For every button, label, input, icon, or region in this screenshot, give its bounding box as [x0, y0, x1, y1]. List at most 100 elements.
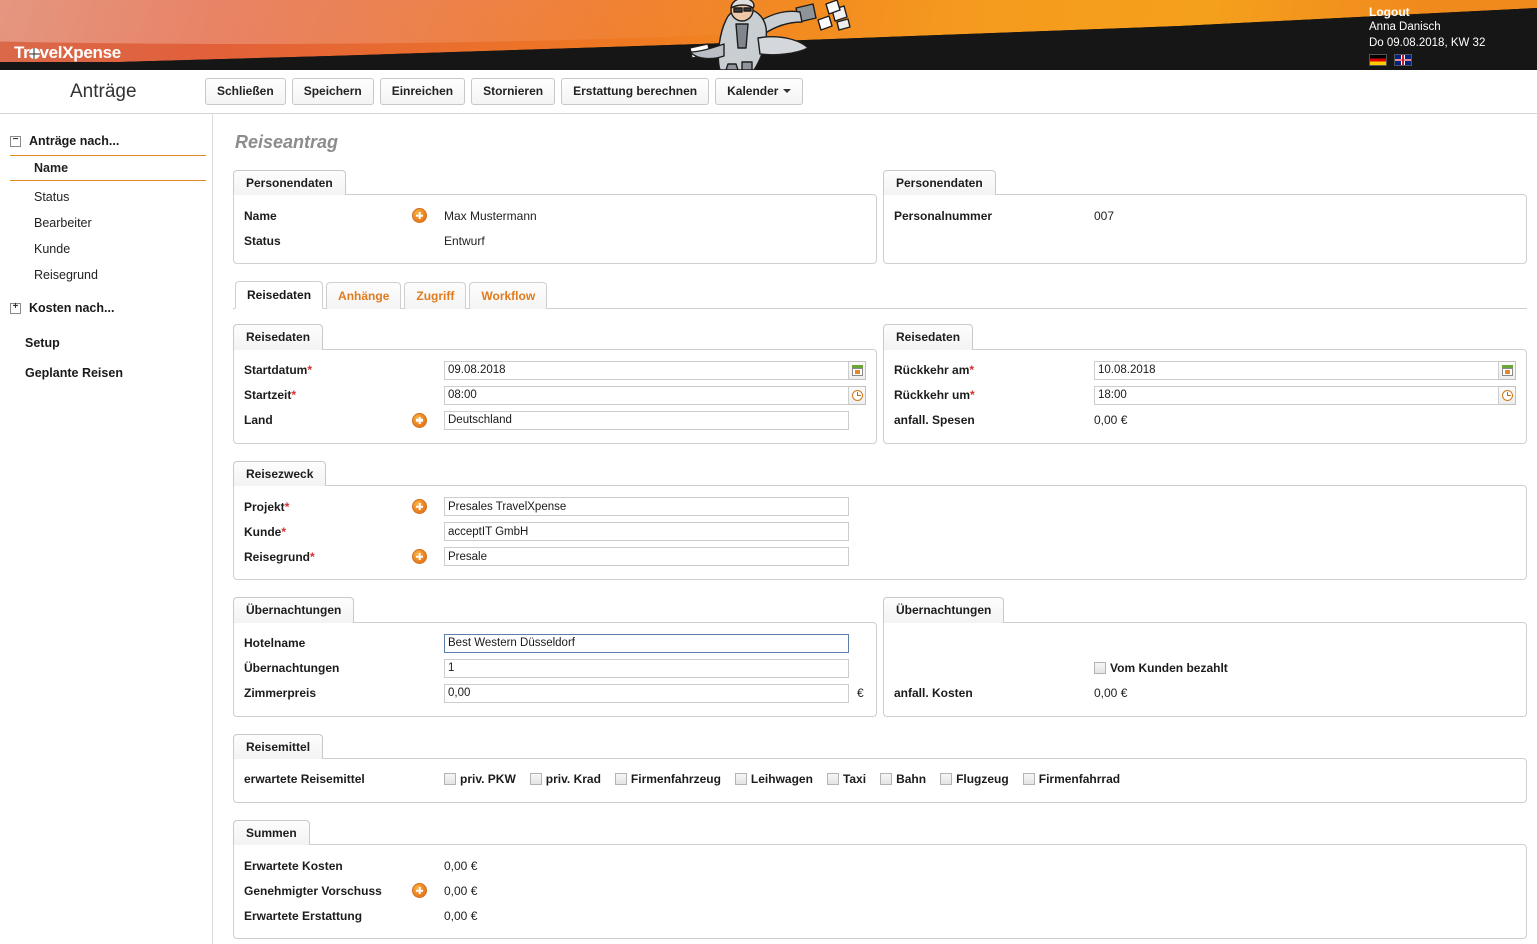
field-row-erwartete-erstattung: Erwartete Erstattung 0,00 € [244, 903, 1516, 928]
checkbox-leihwagen[interactable]: Leihwagen [734, 772, 813, 786]
add-plus-icon[interactable] [412, 208, 427, 224]
checkbox-priv-pkw-label: priv. PKW [460, 772, 516, 787]
logo-text-part2: vel [39, 43, 63, 62]
panel-tab-personendaten-right: Personendaten [883, 170, 996, 196]
label-uebernachtungen: Übernachtungen [244, 661, 340, 676]
save-button[interactable]: Speichern [291, 77, 374, 106]
sidebar-group-antraege[interactable]: − Anträge nach... [0, 130, 212, 152]
checkbox-bahn-label: Bahn [896, 772, 927, 787]
panel-body-summen: Erwartete Kosten 0,00 € Genehmigter Vors… [233, 844, 1527, 940]
sidebar-item-name[interactable]: Name [10, 155, 206, 181]
calendar-picker-button[interactable] [849, 360, 866, 380]
checkbox-priv-krad-box[interactable] [529, 773, 542, 786]
checkbox-taxi[interactable]: Taxi [826, 772, 866, 786]
checkbox-firmenfahrrad[interactable]: Firmenfahrrad [1022, 772, 1120, 786]
field-row-zimmerpreis: Zimmerpreis € [244, 681, 866, 706]
vom-kunden-bezahlt-text: Vom Kunden bezahlt [1110, 661, 1228, 676]
vom-kunden-bezahlt-checkbox[interactable] [1094, 662, 1106, 675]
add-plus-icon[interactable] [412, 549, 427, 565]
tab-anhaenge[interactable]: Anhänge [326, 282, 402, 310]
checkbox-priv-pkw[interactable]: priv. PKW [444, 772, 516, 786]
checkbox-leihwagen-box[interactable] [734, 773, 747, 786]
field-row-genehmigter-vorschuss: Genehmigter Vorschuss 0,00 € [244, 878, 1516, 903]
time-picker-button[interactable] [1499, 385, 1516, 405]
calendar-dropdown-label: Kalender [727, 83, 779, 98]
plus-col-genehmigter-vorschuss [412, 883, 444, 899]
language-flags [1369, 54, 1529, 67]
reisemittel-col: Reisemittel erwartete Reisemittel priv. … [233, 733, 1527, 803]
sidebar-item-bearbeiter[interactable]: Bearbeiter [0, 210, 212, 236]
required-asterisk: * [970, 388, 975, 403]
calendar-picker-button[interactable] [1499, 360, 1516, 380]
panel-body-reisezweck: Projekt* Kunde* [233, 485, 1527, 581]
sidebar-item-status[interactable]: Status [0, 184, 212, 210]
cancel-button[interactable]: Stornieren [471, 77, 556, 106]
startdatum-input[interactable] [444, 360, 849, 380]
calendar-icon [851, 364, 863, 376]
hotelname-input[interactable] [444, 633, 849, 653]
checkbox-flugzeug-box[interactable] [940, 773, 953, 786]
tab-zugriff[interactable]: Zugriff [404, 282, 467, 310]
tab-workflow[interactable]: Workflow [469, 282, 548, 310]
english-flag-icon[interactable] [1394, 54, 1412, 67]
german-flag-icon[interactable] [1369, 54, 1387, 67]
rueckkehr-am-input[interactable] [1094, 360, 1499, 380]
sidebar-group-kosten[interactable]: + Kosten nach... [0, 297, 212, 319]
uebernachtungen-row: Übernachtungen Hotelname Übernachtungen [233, 596, 1527, 717]
panel-body-uebernachtungen-left: Hotelname Übernachtungen Zimmerpreis [233, 621, 877, 717]
calculate-reimbursement-button[interactable]: Erstattung berechnen [561, 77, 710, 106]
panel-body-reisedaten-left: Startdatum* Startzeit* [233, 348, 877, 444]
submit-button[interactable]: Einreichen [379, 77, 466, 106]
required-asterisk: * [284, 499, 290, 514]
uebernachtungen-input[interactable] [444, 658, 849, 678]
startdatum-input-wrap [444, 360, 866, 380]
sidebar-item-kunde[interactable]: Kunde [0, 236, 212, 262]
content-tabs: Reisedaten Anhänge Zugriff Workflow [233, 280, 1527, 310]
chevron-down-icon [783, 88, 792, 93]
label-rueckkehr-am: Rückkehr am* [894, 363, 1062, 377]
checkbox-firmenfahrzeug[interactable]: Firmenfahrzeug [614, 772, 721, 786]
checkbox-firmenfahrzeug-box[interactable] [614, 773, 627, 786]
land-input[interactable] [444, 410, 849, 430]
clock-icon [1501, 389, 1513, 401]
sidebar-item-geplante-reisen[interactable]: Geplante Reisen [0, 358, 212, 388]
startzeit-input[interactable] [444, 385, 849, 405]
value-personalnummer: 007 [1094, 208, 1115, 223]
value-name: Max Mustermann [444, 208, 537, 223]
checkbox-taxi-box[interactable] [826, 773, 839, 786]
reisegrund-input[interactable] [444, 547, 849, 567]
close-button[interactable]: Schließen [205, 77, 286, 106]
checkbox-priv-krad-label: priv. Krad [545, 772, 601, 787]
checkbox-bahn[interactable]: Bahn [880, 772, 926, 786]
rueckkehr-um-input[interactable] [1094, 385, 1499, 405]
main-content: Reiseantrag Personendaten Name Max Muste… [213, 114, 1537, 944]
field-row-reisemittel: erwartete Reisemittel priv. PKW priv. Kr… [244, 767, 1516, 792]
add-plus-icon[interactable] [412, 883, 427, 899]
expand-plus-icon[interactable]: + [10, 302, 21, 314]
panel-tab-reisedaten-right: Reisedaten [883, 324, 974, 350]
checkbox-priv-krad[interactable]: priv. Krad [529, 772, 601, 787]
kunde-input[interactable] [444, 522, 849, 542]
zimmerpreis-input[interactable] [444, 683, 849, 703]
sidebar-item-reisegrund[interactable]: Reisegrund [0, 262, 212, 288]
projekt-input[interactable] [444, 497, 849, 517]
collapse-minus-icon[interactable]: − [10, 135, 21, 147]
checkbox-priv-pkw-box[interactable] [444, 773, 456, 786]
checkbox-flugzeug[interactable]: Flugzeug [940, 772, 1009, 786]
vom-kunden-bezahlt-checkbox-label[interactable]: Vom Kunden bezahlt [1094, 661, 1228, 675]
checkbox-bahn-box[interactable] [880, 773, 893, 786]
personendaten-right-col: Personendaten Personalnummer 007 [883, 169, 1527, 265]
reisedaten-left-col: Reisedaten Startdatum* 09.08.2018 Startz… [233, 323, 877, 444]
toolbar: Anträge Schließen Speichern Einreichen S… [0, 70, 1537, 114]
field-row-startzeit: Startzeit* [244, 383, 866, 408]
calendar-dropdown[interactable]: Kalender [715, 77, 804, 106]
sidebar-item-setup[interactable]: Setup [0, 328, 212, 358]
time-picker-button[interactable] [849, 385, 866, 405]
logout-link[interactable]: Logout [1369, 4, 1529, 20]
add-plus-icon[interactable] [412, 412, 427, 428]
add-plus-icon[interactable] [412, 499, 427, 515]
tab-reisedaten[interactable]: Reisedaten [235, 281, 324, 310]
checkbox-firmenfahrrad-box[interactable] [1022, 773, 1035, 786]
